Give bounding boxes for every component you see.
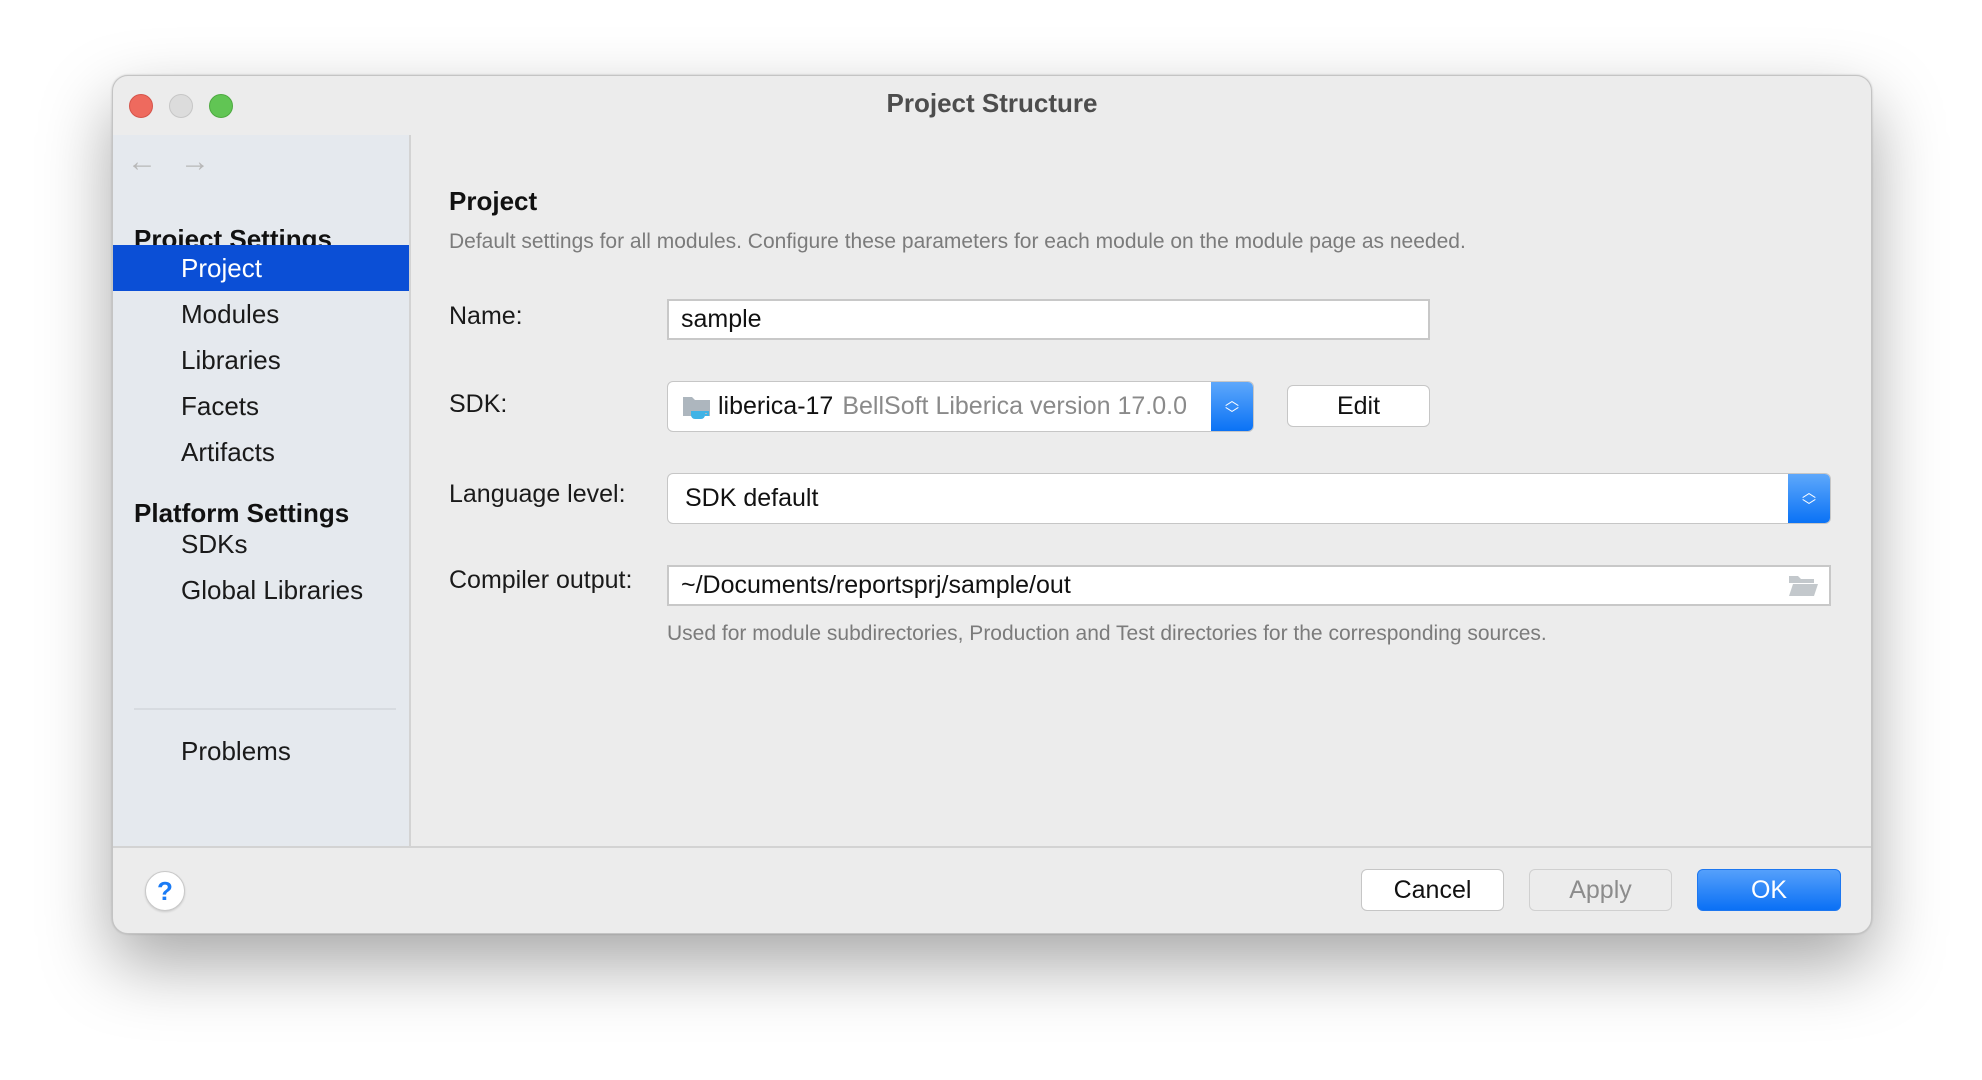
browse-folder-icon[interactable] <box>1787 574 1819 598</box>
language-level-label: Language level: <box>449 480 626 508</box>
project-structure-dialog: Project Structure ← → Project Settings P… <box>112 75 1872 934</box>
language-level-combobox[interactable]: SDK default ︿ ﹀ <box>667 473 1831 524</box>
sidebar-item-global-libraries[interactable]: Global Libraries <box>113 567 409 613</box>
language-level-arrows-icon[interactable]: ︿ ﹀ <box>1788 474 1830 523</box>
forward-arrow-icon[interactable]: → <box>180 147 210 177</box>
apply-button[interactable]: Apply <box>1529 869 1672 911</box>
sdk-folder-icon <box>683 396 710 419</box>
sidebar-divider <box>134 708 396 710</box>
compiler-output-input[interactable]: ~/Documents/reportsprj/sample/out <box>667 565 1831 606</box>
name-label: Name: <box>449 302 523 330</box>
page-description: Default settings for all modules. Config… <box>449 230 1466 253</box>
sidebar-item-project[interactable]: Project <box>113 245 409 291</box>
compiler-output-label: Compiler output: <box>449 566 633 594</box>
sdk-label: SDK: <box>449 390 508 418</box>
cancel-button[interactable]: Cancel <box>1361 869 1504 911</box>
sidebar-item-problems[interactable]: Problems <box>113 728 409 774</box>
compiler-output-value: ~/Documents/reportsprj/sample/out <box>681 571 1071 599</box>
page-title: Project <box>449 186 538 216</box>
sdk-combobox-arrows-icon[interactable]: ︿ ﹀ <box>1211 382 1253 431</box>
sidebar-item-facets[interactable]: Facets <box>113 383 409 429</box>
sidebar-item-artifacts[interactable]: Artifacts <box>113 429 409 475</box>
sidebar-item-modules[interactable]: Modules <box>113 291 409 337</box>
compiler-output-hint: Used for module subdirectories, Producti… <box>667 622 1547 645</box>
help-icon: ? <box>157 875 173 906</box>
ok-button[interactable]: OK <box>1697 869 1841 911</box>
footer-divider <box>113 846 1871 848</box>
window-title: Project Structure <box>886 88 1098 118</box>
language-level-value: SDK default <box>685 484 819 512</box>
sdk-edit-button[interactable]: Edit <box>1287 385 1430 427</box>
name-input[interactable]: sample <box>667 299 1430 340</box>
sidebar: ← → Project Settings Project Modules Lib… <box>113 135 411 846</box>
sidebar-item-sdks[interactable]: SDKs <box>113 521 409 567</box>
sidebar-item-libraries[interactable]: Libraries <box>113 337 409 383</box>
back-arrow-icon[interactable]: ← <box>127 147 157 177</box>
sdk-combobox[interactable]: liberica-17 BellSoft Liberica version 17… <box>667 381 1254 432</box>
sdk-name: liberica-17 <box>718 392 834 420</box>
name-value: sample <box>681 305 762 333</box>
help-button[interactable]: ? <box>145 871 185 911</box>
sdk-detail: BellSoft Liberica version 17.0.0 <box>842 392 1187 420</box>
